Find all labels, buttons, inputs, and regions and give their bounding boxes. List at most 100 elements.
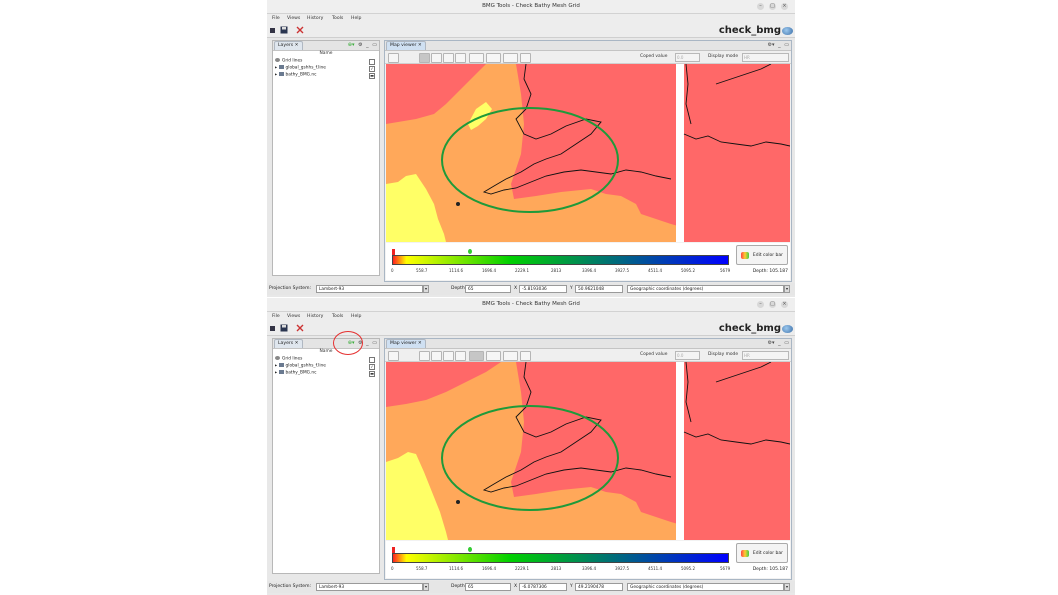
- coped-value-field[interactable]: 0.0: [675, 53, 700, 62]
- close-button[interactable]: ×: [781, 3, 788, 10]
- menu-file[interactable]: File: [272, 314, 280, 319]
- edit-colorbar-button[interactable]: Edit color bar: [736, 543, 788, 563]
- tick-label: 3396.4: [582, 566, 596, 571]
- menu-tools[interactable]: Tools: [332, 16, 343, 21]
- maximize-panel-icon[interactable]: ▭: [372, 42, 377, 49]
- menu-history[interactable]: History: [307, 16, 323, 21]
- edit-tool-icon[interactable]: [486, 53, 501, 63]
- layer-row-grid-lines[interactable]: Grid lines: [275, 356, 377, 363]
- menu-help[interactable]: Help: [351, 16, 361, 21]
- menu-views[interactable]: Views: [287, 314, 300, 319]
- layer-row-grid-lines[interactable]: Grid lines: [275, 58, 377, 65]
- view-menu-icon[interactable]: ⚙▾: [768, 42, 775, 49]
- colorbar-slider[interactable]: [468, 547, 472, 552]
- coordinate-mode-select[interactable]: Geographic coordinates (degrees): [627, 583, 784, 591]
- colorbar-min-marker[interactable]: [392, 547, 395, 553]
- pencil-icon[interactable]: [455, 351, 466, 361]
- zoom-in-icon[interactable]: [431, 53, 442, 63]
- minimize-panel-icon[interactable]: _: [778, 340, 781, 347]
- select-tool-icon[interactable]: [469, 351, 484, 361]
- edit-tool-icon[interactable]: [486, 351, 501, 361]
- menu-history[interactable]: History: [307, 314, 323, 319]
- bathymetry-map[interactable]: [386, 64, 790, 242]
- menu-file[interactable]: File: [272, 16, 280, 21]
- display-mode-select[interactable]: HR: [742, 53, 789, 62]
- layer-row-bathy[interactable]: ▸ bathy_BMG.nc ▬: [275, 72, 377, 79]
- save-icon[interactable]: [280, 324, 288, 332]
- zoom-out-icon[interactable]: [443, 53, 454, 63]
- minimize-button[interactable]: –: [757, 301, 764, 308]
- minimize-panel-icon[interactable]: _: [366, 42, 369, 49]
- y-field[interactable]: 49.2190478: [575, 583, 623, 591]
- minimize-button[interactable]: –: [757, 3, 764, 10]
- zoom-fit-icon[interactable]: [388, 351, 399, 361]
- tab-layers[interactable]: Layers ✕: [274, 41, 303, 50]
- colorbar-gradient[interactable]: [392, 255, 729, 265]
- layer-row-coastline[interactable]: ▸ global_gshhs_f.line ✓: [275, 363, 377, 370]
- open-icon[interactable]: [269, 324, 277, 332]
- minimize-panel-icon[interactable]: _: [366, 340, 369, 347]
- colorbar-gradient[interactable]: [392, 553, 729, 563]
- coordinate-mode-dropdown-icon[interactable]: ▾: [784, 285, 790, 293]
- pan-icon[interactable]: [419, 351, 430, 361]
- colorbar-slider[interactable]: [468, 249, 472, 254]
- layer-row-bathy[interactable]: ▸ bathy_BMG.nc ▬: [275, 370, 377, 377]
- map-canvas[interactable]: [386, 362, 790, 540]
- projection-dropdown-icon[interactable]: ▾: [423, 583, 429, 591]
- add-layer-icon[interactable]: ⊕▾: [348, 42, 355, 49]
- map-canvas[interactable]: [386, 64, 790, 242]
- coordinate-mode-dropdown-icon[interactable]: ▾: [784, 583, 790, 591]
- maximize-button[interactable]: □: [769, 301, 776, 308]
- x-field[interactable]: -6.0787306: [519, 583, 567, 591]
- menu-help[interactable]: Help: [351, 314, 361, 319]
- colorbar-min-marker[interactable]: [392, 249, 395, 255]
- tab-map-viewer[interactable]: Map viewer ✕: [386, 339, 426, 348]
- edit-colorbar-button[interactable]: Edit color bar: [736, 245, 788, 265]
- probe-tool-icon[interactable]: [503, 351, 518, 361]
- settings-icon[interactable]: ⚙: [358, 42, 362, 49]
- tab-layers[interactable]: Layers ✕: [274, 339, 303, 348]
- projection-select[interactable]: Lambert-93: [316, 583, 423, 591]
- map-viewer-panel: Map viewer ✕ ⚙▾ _ ▭ Coped value 0.0 Disp…: [384, 40, 792, 282]
- projection-dropdown-icon[interactable]: ▾: [423, 285, 429, 293]
- maximize-panel-icon[interactable]: ▭: [784, 340, 789, 347]
- tab-map-viewer[interactable]: Map viewer ✕: [386, 41, 426, 50]
- close-button[interactable]: ×: [781, 301, 788, 308]
- maximize-panel-icon[interactable]: ▭: [372, 340, 377, 347]
- select-tool-icon[interactable]: [469, 53, 484, 63]
- crop-icon[interactable]: [520, 53, 531, 63]
- zoom-in-icon[interactable]: [431, 351, 442, 361]
- no-data-strip: [676, 64, 684, 242]
- layer-checkbox[interactable]: ▬: [369, 371, 375, 377]
- menu-tools[interactable]: Tools: [332, 314, 343, 319]
- zoom-fit-icon[interactable]: [388, 53, 399, 63]
- pan-icon[interactable]: [419, 53, 430, 63]
- menubar: File Views History Tools Help: [267, 312, 795, 321]
- layer-checkbox[interactable]: ▬: [369, 73, 375, 79]
- layer-row-coastline[interactable]: ▸ global_gshhs_f.line ✓: [275, 65, 377, 72]
- open-icon[interactable]: [269, 26, 277, 34]
- coped-value-field[interactable]: 0.0: [675, 351, 700, 360]
- depth-field[interactable]: 65: [465, 583, 511, 591]
- zoom-out-icon[interactable]: [443, 351, 454, 361]
- pencil-icon[interactable]: [455, 53, 466, 63]
- minimize-panel-icon[interactable]: _: [778, 42, 781, 49]
- projection-select[interactable]: Lambert-93: [316, 285, 423, 293]
- tools-icon[interactable]: [296, 324, 304, 332]
- probe-tool-icon[interactable]: [503, 53, 518, 63]
- x-field[interactable]: -5.8193036: [519, 285, 567, 293]
- maximize-button[interactable]: □: [769, 3, 776, 10]
- y-field[interactable]: 50.9621048: [575, 285, 623, 293]
- window-title: BMG Tools - Check Bathy Mesh Grid: [482, 3, 580, 9]
- view-menu-icon[interactable]: ⚙▾: [768, 340, 775, 347]
- crop-icon[interactable]: [520, 351, 531, 361]
- maximize-panel-icon[interactable]: ▭: [784, 42, 789, 49]
- menu-views[interactable]: Views: [287, 16, 300, 21]
- display-mode-select[interactable]: HR: [742, 351, 789, 360]
- tools-icon[interactable]: [296, 26, 304, 34]
- layers-panel-controls: ⊕▾ ⚙ _ ▭: [346, 42, 377, 49]
- bathymetry-map[interactable]: [386, 362, 790, 540]
- coordinate-mode-select[interactable]: Geographic coordinates (degrees): [627, 285, 784, 293]
- depth-field[interactable]: 65: [465, 285, 511, 293]
- save-icon[interactable]: [280, 26, 288, 34]
